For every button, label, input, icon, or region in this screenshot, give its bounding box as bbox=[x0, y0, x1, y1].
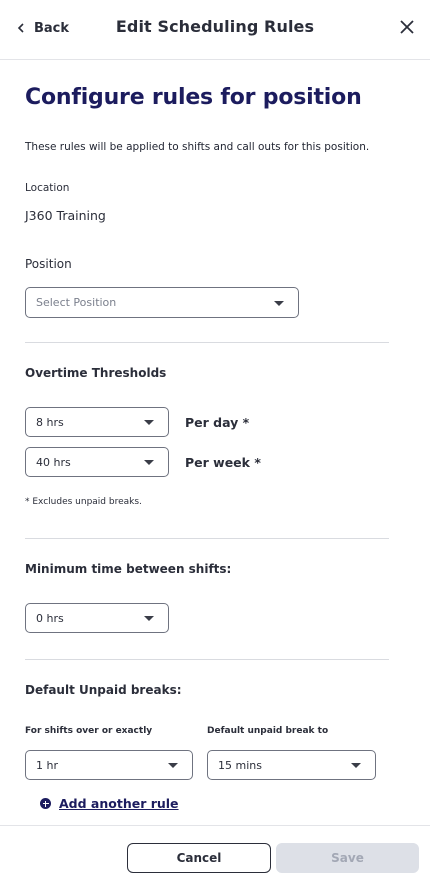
page-title: Configure rules for position bbox=[25, 85, 362, 110]
caret-down-icon bbox=[351, 763, 361, 768]
shift-length-label: For shifts over or exactly bbox=[25, 726, 153, 736]
min-time-select[interactable]: 0 hrs bbox=[25, 603, 169, 633]
break-length-value: 15 mins bbox=[218, 758, 262, 772]
per-week-label: Per week * bbox=[185, 455, 261, 470]
plus-circle-icon bbox=[40, 798, 51, 809]
save-button[interactable]: Save bbox=[276, 843, 419, 873]
min-time-heading: Minimum time between shifts: bbox=[25, 562, 232, 576]
footer-bar: Cancel Save bbox=[0, 825, 430, 891]
header-title: Edit Scheduling Rules bbox=[115, 17, 315, 36]
per-day-label: Per day * bbox=[185, 415, 250, 430]
break-length-select[interactable]: 15 mins bbox=[207, 750, 376, 780]
page-description: These rules will be applied to shifts an… bbox=[25, 141, 370, 153]
divider bbox=[25, 659, 389, 660]
caret-down-icon bbox=[144, 420, 154, 425]
unpaid-breaks-heading: Default Unpaid breaks: bbox=[25, 683, 182, 697]
position-label: Position bbox=[25, 257, 72, 271]
overtime-footnote: * Excludes unpaid breaks. bbox=[25, 497, 142, 507]
cancel-button[interactable]: Cancel bbox=[127, 843, 271, 873]
per-week-select[interactable]: 40 hrs bbox=[25, 447, 169, 477]
position-select[interactable]: Select Position bbox=[25, 287, 299, 318]
overtime-heading: Overtime Thresholds bbox=[25, 366, 167, 380]
per-week-value: 40 hrs bbox=[36, 455, 71, 469]
position-placeholder: Select Position bbox=[36, 296, 117, 309]
caret-down-icon bbox=[168, 763, 178, 768]
shift-length-select[interactable]: 1 hr bbox=[25, 750, 193, 780]
caret-down-icon bbox=[144, 616, 154, 621]
location-label: Location bbox=[25, 182, 70, 194]
min-time-value: 0 hrs bbox=[36, 611, 64, 625]
shift-length-value: 1 hr bbox=[36, 758, 58, 772]
caret-down-icon bbox=[144, 460, 154, 465]
caret-down-icon bbox=[274, 300, 284, 306]
divider bbox=[25, 342, 389, 343]
break-length-label: Default unpaid break to bbox=[207, 726, 329, 736]
add-rule-label: Add another rule bbox=[59, 796, 179, 811]
add-rule-link[interactable]: Add another rule bbox=[40, 796, 179, 811]
close-icon[interactable] bbox=[398, 18, 416, 36]
per-day-value: 8 hrs bbox=[36, 415, 64, 429]
divider bbox=[25, 538, 389, 539]
per-day-select[interactable]: 8 hrs bbox=[25, 407, 169, 437]
header-bar: Back Edit Scheduling Rules bbox=[0, 0, 430, 60]
location-value: J360 Training bbox=[25, 208, 106, 223]
